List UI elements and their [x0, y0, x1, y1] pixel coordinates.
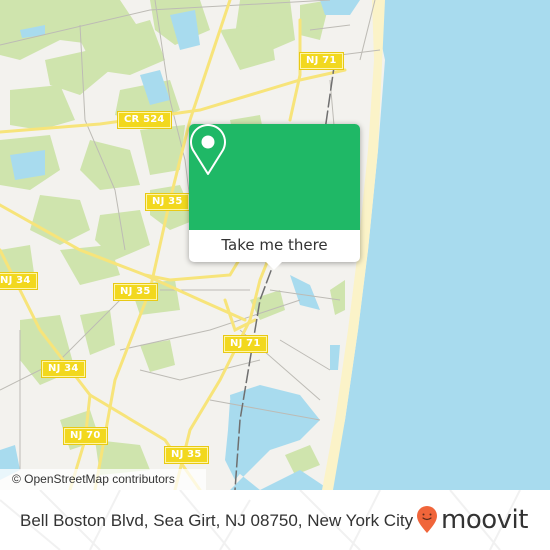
- road-label-nj70: NJ 70: [63, 427, 108, 445]
- road-label-nj35: NJ 35: [164, 446, 209, 464]
- map-attribution[interactable]: © OpenStreetMap contributors: [0, 469, 206, 490]
- footer-bar: Bell Boston Blvd, Sea Girt, NJ 08750, Ne…: [0, 490, 550, 550]
- moovit-pin-icon: [417, 506, 437, 533]
- road-label-nj34: NJ 34: [0, 272, 38, 290]
- road-label-nj71: NJ 71: [223, 335, 268, 353]
- take-me-there-button[interactable]: Take me there: [189, 230, 360, 262]
- moovit-logo[interactable]: moovit: [416, 506, 528, 534]
- road-label-nj34: NJ 34: [41, 360, 86, 378]
- moovit-logo-text: moovit: [441, 505, 528, 535]
- road-label-nj71: NJ 71: [299, 52, 344, 70]
- address-text: Bell Boston Blvd, Sea Girt, NJ 08750, Ne…: [20, 511, 414, 530]
- popup-header: [189, 124, 360, 230]
- road-label-cr524: CR 524: [117, 111, 172, 129]
- destination-popup[interactable]: Take me there: [189, 124, 360, 270]
- road-label-nj35: NJ 35: [113, 283, 158, 301]
- road-label-nj35: NJ 35: [145, 193, 190, 211]
- popup-pointer: [265, 261, 283, 270]
- map-view[interactable]: NJ 71 CR 524 NJ 35 NJ 34 NJ 35 NJ 71 NJ …: [0, 0, 550, 490]
- map-pin-icon: [190, 124, 226, 175]
